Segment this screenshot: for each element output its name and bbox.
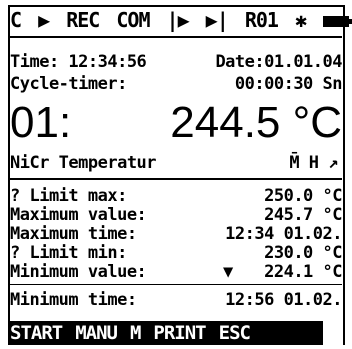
channel-indicator: C xyxy=(10,8,22,32)
limit-value: 250.0 °C xyxy=(264,186,342,206)
main-reading: 01: 244.5 °C xyxy=(10,98,342,150)
list-item: Minimum value: ▼ 224.1 °C xyxy=(10,262,342,282)
limit-label: Maximum value: xyxy=(10,205,147,225)
list-item: Maximum time: 12:34 01.02. xyxy=(10,224,342,244)
separator xyxy=(10,284,342,285)
softkey-bar: START MANU M PRINT ESC xyxy=(8,321,323,345)
rec-indicator: REC xyxy=(66,8,100,32)
limit-label: ? Limit min: xyxy=(10,243,127,263)
com-indicator: COM xyxy=(116,8,150,32)
star-icon: ✱ xyxy=(294,8,307,32)
limit-value: 12:56 01.02. xyxy=(225,290,342,310)
manu-button[interactable]: MANU xyxy=(75,322,118,344)
list-item: ? Limit min: 230.0 °C xyxy=(10,243,342,263)
cycle-label: Cycle-timer: xyxy=(10,74,127,94)
limit-label: Minimum time: xyxy=(10,290,137,310)
down-arrow-icon: ▼ xyxy=(223,262,233,282)
start-button[interactable]: START xyxy=(10,322,63,344)
memory-button[interactable]: M xyxy=(130,322,141,344)
sensor-flags: M̄ H ↗ xyxy=(289,153,338,173)
status-bar: C ▶ REC COM |▶ ▶| R01 ✱ xyxy=(10,8,352,32)
limit-value: 224.1 °C xyxy=(264,262,342,282)
separator xyxy=(10,36,342,38)
limit-label: Minimum value: xyxy=(10,262,147,282)
time-row: Time: 12:34:56 Date:01.01.04 xyxy=(10,52,342,72)
limit-value: 230.0 °C xyxy=(264,243,342,263)
play-icon: ▶ xyxy=(38,8,50,32)
limit-value: 12:34 01.02. xyxy=(225,224,342,244)
battery-icon xyxy=(323,16,352,27)
time-display: Time: 12:34:56 xyxy=(10,52,147,72)
list-item: ? Limit max: 250.0 °C xyxy=(10,186,342,206)
separator xyxy=(10,178,342,180)
limit-label: ? Limit max: xyxy=(10,186,127,206)
print-button[interactable]: PRINT xyxy=(153,322,206,344)
list-item: Minimum time: 12:56 01.02. xyxy=(10,290,342,310)
main-value: 244.5 °C xyxy=(170,98,342,147)
limit-value: 245.7 °C xyxy=(264,205,342,225)
cycle-value: 00:00:30 Sn xyxy=(234,74,343,94)
sensor-label: NiCr Temperatur xyxy=(10,153,157,173)
sensor-row: NiCr Temperatur M̄ H ↗ xyxy=(10,153,342,173)
room-indicator: R01 xyxy=(244,8,279,32)
date-display: Date:01.01.04 xyxy=(215,52,342,72)
esc-button[interactable]: ESC xyxy=(219,322,251,344)
list-item: Maximum value: 245.7 °C xyxy=(10,205,342,225)
skip-icon: ▶| xyxy=(205,8,229,32)
cycle-row: Cycle-timer: 00:00:30 Sn xyxy=(10,74,343,94)
main-channel: 01: xyxy=(10,98,72,147)
limit-label: Maximum time: xyxy=(10,224,137,244)
step-icon: |▶ xyxy=(166,8,190,32)
